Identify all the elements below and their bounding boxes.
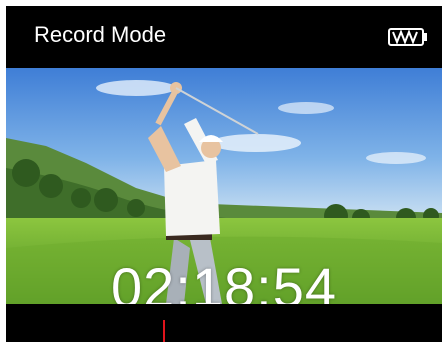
top-status-bar: Record Mode bbox=[6, 6, 442, 68]
camera-screen: Record Mode 02:18:54 bbox=[6, 6, 442, 342]
progress-bar[interactable] bbox=[6, 304, 442, 342]
mode-label: Record Mode bbox=[8, 6, 214, 64]
battery-full-icon bbox=[388, 28, 428, 46]
progress-marker[interactable] bbox=[163, 320, 165, 342]
